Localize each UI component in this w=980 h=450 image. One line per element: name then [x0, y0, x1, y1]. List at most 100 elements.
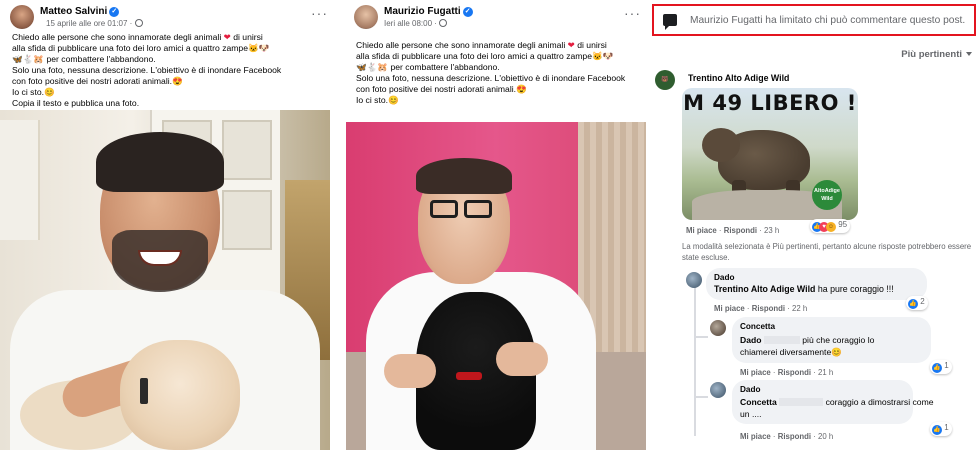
gif-caption: M 49 LIBERO ! — [683, 91, 857, 115]
reply-bubble: Dado Trentino Alto Adige Wild ha pure co… — [706, 268, 927, 300]
reply-link[interactable]: Rispondi — [752, 304, 785, 313]
notice-text: Maurizio Fugatti ha limitato chi può com… — [690, 15, 966, 26]
mention-link[interactable]: Dado — [740, 335, 761, 345]
photo-wall — [0, 120, 40, 240]
photo-person-hair — [416, 158, 512, 194]
filter-note: La modalità selezionata è Più pertinenti… — [682, 242, 972, 262]
commenter-name[interactable]: Dado — [740, 385, 760, 394]
reply-body: ha pure coraggio !!! — [817, 284, 894, 294]
post-salvini: Matteo Salvini ✓ 15 aprile alle ore 01:07… — [0, 0, 330, 450]
like-link[interactable]: Mi piace — [740, 368, 771, 377]
reply-body: più che coraggio lo — [802, 335, 875, 345]
reply-bubble: Dado Concetta coraggio a dimostrarsi com… — [732, 380, 934, 424]
photo-glasses — [464, 200, 492, 218]
commenter-avatar[interactable] — [686, 272, 702, 288]
reaction-count[interactable]: 👍 1 — [930, 422, 952, 436]
thread-line — [694, 396, 708, 398]
heart-emoji-icon: ❤ — [223, 32, 231, 42]
comment-sort-dropdown[interactable]: Più pertinenti — [901, 49, 972, 60]
post-photo[interactable] — [346, 122, 646, 450]
post-line: per combattere l'abbandono. — [390, 62, 500, 72]
post-line: Solo una foto, nessuna descrizione. L'ob… — [12, 65, 282, 75]
comment-time[interactable]: 23 h — [764, 226, 779, 235]
author-name-text[interactable]: Maurizio Fugatti — [384, 6, 461, 17]
reaction-number[interactable]: 95 — [838, 220, 847, 229]
pet-emoji-icon: 🐱🐶 — [592, 51, 614, 61]
post-body: Chiedo alle persone che sono innamorate … — [12, 32, 281, 109]
reaction-count[interactable]: 👍♥ ☺ 95 — [810, 219, 851, 233]
post-line: Io ci sto. — [12, 87, 44, 97]
comment-actions: Mi piace · Rispondi · 23 h — [686, 226, 780, 235]
photo-person-hand — [384, 354, 436, 388]
restricted-comments-notice: Maurizio Fugatti ha limitato chi può com… — [652, 4, 976, 36]
like-link[interactable]: Mi piace — [714, 304, 745, 313]
reply-link[interactable]: Rispondi — [778, 368, 811, 377]
author-name[interactable]: Matteo Salvini ✓ — [40, 6, 120, 17]
commenter-avatar[interactable] — [710, 320, 726, 336]
post-timestamp[interactable]: 15 aprile alle ore 01:07 · — [46, 19, 143, 28]
comment-time[interactable]: 21 h — [818, 368, 833, 377]
post-photo[interactable] — [0, 110, 330, 450]
chevron-down-icon[interactable] — [966, 52, 972, 56]
heart-eyes-emoji-icon: 😍 — [516, 84, 527, 94]
heart-eyes-emoji-icon: 😍 — [172, 76, 183, 86]
post-line: alla sfida di pubblicare una foto dei lo… — [12, 43, 248, 53]
redacted-name — [779, 398, 824, 406]
like-reaction-icon: 👍 — [932, 363, 942, 373]
author-avatar[interactable] — [10, 5, 34, 29]
mention-link[interactable]: Trentino Alto Adige Wild — [714, 284, 815, 294]
photo-dog-head — [120, 340, 240, 450]
post-line: Chiedo alle persone che sono innamorate … — [356, 40, 566, 50]
reply-link[interactable]: Rispondi — [778, 432, 811, 441]
comment-time[interactable]: 20 h — [818, 432, 833, 441]
commenter-name[interactable]: Trentino Alto Adige Wild — [688, 73, 789, 83]
author-name[interactable]: Maurizio Fugatti ✓ — [384, 6, 473, 17]
sort-label[interactable]: Più pertinenti — [901, 49, 962, 60]
reaction-count[interactable]: 👍 1 — [930, 360, 952, 374]
reply-bubble: Concetta Dado più che coraggio lo chiame… — [732, 317, 931, 363]
pet-emoji-icon: 🦋🐇🐹 — [12, 54, 45, 64]
post-timestamp[interactable]: Ieri alle 08:00 · — [384, 19, 448, 28]
comment-gif[interactable]: M 49 LIBERO ! AltoAdige Wild — [682, 88, 858, 220]
more-options-button[interactable]: ··· — [311, 5, 328, 21]
heart-emoji-icon: ❤ — [567, 40, 575, 50]
commenter-name[interactable]: Concetta — [740, 322, 775, 331]
post-line: con foto positive dei nostri adorati ani… — [356, 84, 517, 94]
haha-reaction-icon: ☺ — [826, 222, 836, 232]
pet-emoji-icon: 🦋🐇🐹 — [356, 62, 389, 72]
verified-badge-icon: ✓ — [109, 7, 120, 17]
reply-body: chiamerei diversamente — [740, 347, 832, 357]
post-line: Chiedo alle persone che sono innamorate … — [12, 32, 222, 42]
post-line: di unirsi — [233, 32, 263, 42]
author-avatar[interactable] — [354, 5, 378, 29]
post-body: Chiedo alle persone che sono innamorate … — [356, 40, 625, 106]
reply-body: un .... — [740, 409, 762, 419]
timestamp-text[interactable]: 15 aprile alle ore 01:07 · — [46, 19, 132, 28]
like-link[interactable]: Mi piace — [740, 432, 771, 441]
commenter-name[interactable]: Dado — [714, 273, 734, 282]
post-line: alla sfida di pubblicare una foto dei lo… — [356, 51, 592, 61]
reply-text: Trentino Alto Adige Wild ha pure coraggi… — [714, 284, 894, 294]
timestamp-text[interactable]: Ieri alle 08:00 · — [384, 19, 437, 28]
like-link[interactable]: Mi piace — [686, 226, 717, 235]
author-name-text[interactable]: Matteo Salvini — [40, 6, 107, 17]
commenter-avatar[interactable]: 🐻 — [655, 70, 675, 90]
reaction-number[interactable]: 1 — [944, 423, 948, 432]
redacted-name — [763, 336, 800, 344]
more-options-button[interactable]: ··· — [624, 5, 641, 21]
comment-actions: Mi piace · Rispondi · 21 h — [740, 368, 834, 377]
reaction-count[interactable]: 👍 2 — [906, 296, 928, 310]
globe-icon — [439, 19, 448, 27]
comment-bubble-icon — [663, 14, 677, 30]
smile-emoji-icon: 😊 — [388, 95, 399, 105]
commenter-avatar[interactable] — [710, 382, 726, 398]
photo-dog-collar — [456, 372, 482, 380]
reaction-number[interactable]: 2 — [920, 297, 924, 306]
comment-time[interactable]: 22 h — [792, 304, 807, 313]
reaction-number[interactable]: 1 — [944, 361, 948, 370]
photo-person-hair — [96, 132, 224, 192]
mention-link[interactable]: Concetta — [740, 397, 777, 407]
reply-link[interactable]: Rispondi — [724, 226, 757, 235]
post-line: Io ci sto. — [356, 95, 388, 105]
page-logo-icon: 🐻 — [661, 77, 669, 83]
